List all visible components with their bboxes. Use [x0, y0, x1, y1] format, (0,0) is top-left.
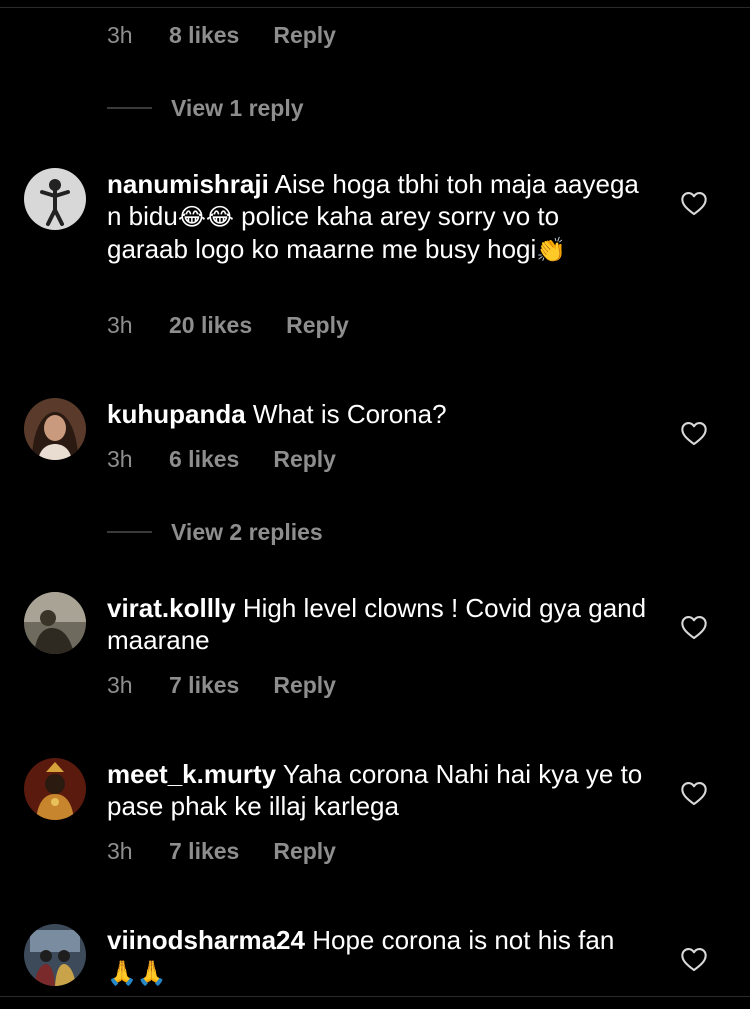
avatar[interactable] [24, 758, 86, 820]
comment-time: 3h [107, 445, 133, 472]
comment-username[interactable]: virat.kollly [107, 593, 236, 623]
comment-text: viinodsharma24 Hope corona is not his fa… [107, 924, 647, 989]
avatar[interactable] [24, 592, 86, 654]
reply-button[interactable]: Reply [273, 22, 336, 49]
divider-top [0, 7, 750, 8]
replies-dash [107, 107, 152, 109]
likes-count-button[interactable]: 8 likes [169, 22, 239, 49]
likes-count-button[interactable]: 20 likes [169, 312, 252, 339]
comment-time: 3h [107, 837, 133, 864]
reply-button[interactable]: Reply [286, 312, 349, 339]
reply-button[interactable]: Reply [273, 838, 336, 865]
view-replies-button[interactable]: View 2 replies [107, 517, 323, 547]
comment-text: nanumishraji Aise hoga tbhi toh maja aay… [107, 168, 647, 266]
comment-time: 3h [107, 21, 133, 48]
folded-hands-emoji: 🙏🙏 [107, 959, 167, 987]
comment-text: virat.kollly High level clowns ! Covid g… [107, 592, 647, 656]
heart-outline-icon[interactable] [680, 420, 708, 446]
comment-time: 3h [107, 311, 133, 338]
reply-button[interactable]: Reply [273, 672, 336, 699]
divider-bottom [0, 996, 750, 997]
likes-count-button[interactable]: 7 likes [169, 838, 239, 865]
avatar[interactable] [24, 398, 86, 460]
comment-username[interactable]: kuhupanda [107, 399, 246, 429]
avatar[interactable] [24, 924, 86, 986]
heart-outline-icon[interactable] [680, 614, 708, 640]
comment-username[interactable]: meet_k.murty [107, 759, 276, 789]
avatar[interactable] [24, 168, 86, 230]
comment-meta-row: 3h 7 likes Reply [107, 836, 336, 866]
view-replies-button[interactable]: View 1 reply [107, 93, 304, 123]
comment-text: kuhupanda What is Corona? [107, 398, 647, 430]
comment-meta-row: 3h 6 likes Reply [107, 444, 336, 474]
comment-meta-row: 3h 8 likes Reply [107, 20, 336, 50]
likes-count-button[interactable]: 6 likes [169, 446, 239, 473]
replies-dash [107, 531, 152, 533]
likes-count-button[interactable]: 7 likes [169, 672, 239, 699]
heart-outline-icon[interactable] [680, 190, 708, 216]
comment-text: meet_k.murty Yaha corona Nahi hai kya ye… [107, 758, 647, 822]
comment-meta-row: 3h 20 likes Reply [107, 310, 349, 340]
comment-meta-row: 3h 7 likes Reply [107, 670, 336, 700]
view-replies-label: View 2 replies [171, 518, 323, 545]
comment-username[interactable]: nanumishraji [107, 169, 269, 199]
view-replies-label: View 1 reply [171, 94, 304, 121]
heart-outline-icon[interactable] [680, 946, 708, 972]
comment-body: Hope corona is not his fan [312, 925, 615, 955]
heart-outline-icon[interactable] [680, 780, 708, 806]
clapping-emoji: 👏 [536, 236, 567, 264]
laughing-emoji: 😂😂 [177, 203, 234, 231]
comment-time: 3h [107, 671, 133, 698]
comment-username[interactable]: viinodsharma24 [107, 925, 305, 955]
comment-body: What is Corona? [252, 399, 447, 429]
reply-button[interactable]: Reply [273, 446, 336, 473]
